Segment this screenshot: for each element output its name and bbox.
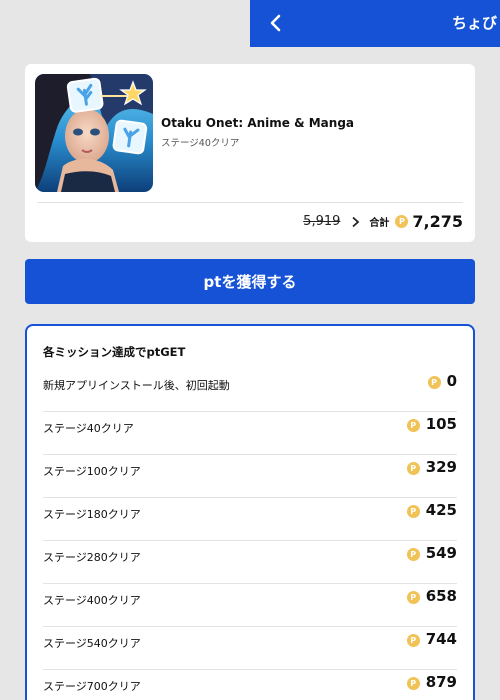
header-bar: ちょびリッチ: [250, 0, 500, 47]
mission-item: ステージ400クリア P 658: [43, 584, 457, 627]
old-price: 5,919: [303, 214, 341, 229]
mission-reward: P 744: [406, 630, 457, 648]
point-coin-icon: P: [406, 462, 420, 475]
mission-label: 新規アプリインストール後、初回起動: [43, 379, 230, 392]
mission-label: ステージ280クリア: [43, 551, 141, 564]
missions-title: 各ミッション達成でptGET: [43, 345, 186, 359]
mission-label: ステージ180クリア: [43, 508, 141, 521]
mission-reward: P 105: [406, 415, 457, 433]
offer-card[interactable]: Otaku Onet: Anime & Manga ステージ40クリア 5,91…: [25, 64, 475, 242]
mission-reward: P 329: [406, 458, 457, 476]
point-coin-icon: P: [406, 634, 420, 647]
mission-item: ステージ40クリア P 105: [43, 412, 457, 455]
mission-points: 744: [425, 630, 457, 648]
offer-condition: ステージ40クリア: [161, 138, 240, 149]
mission-reward: P 658: [406, 587, 457, 605]
mission-reward: P 425: [406, 501, 457, 519]
price-row: 5,919 合計 P 7,275: [303, 212, 463, 231]
chevron-left-icon[interactable]: [264, 11, 288, 35]
mission-item: ステージ100クリア P 329: [43, 455, 457, 498]
mission-item: ステージ700クリア P 879: [43, 670, 457, 700]
point-coin-icon: P: [406, 505, 420, 518]
point-coin-icon: P: [406, 419, 420, 432]
mission-item: ステージ180クリア P 425: [43, 498, 457, 541]
mission-points: 0: [446, 372, 457, 390]
mission-points: 549: [425, 544, 457, 562]
point-coin-icon: P: [406, 591, 420, 604]
missions-panel: 各ミッション達成でptGET 新規アプリインストール後、初回起動 P 0 ステー…: [25, 324, 475, 700]
page-title: ちょびリッチ: [452, 14, 500, 32]
chevron-right-icon[interactable]: [350, 216, 360, 228]
mission-points: 425: [425, 501, 457, 519]
mission-points: 658: [425, 587, 457, 605]
mission-points: 879: [425, 673, 457, 691]
mission-reward: P 879: [406, 673, 457, 691]
mission-label: ステージ40クリア: [43, 422, 134, 435]
point-coin-icon: P: [427, 376, 441, 389]
mission-item: ステージ280クリア P 549: [43, 541, 457, 584]
mission-label: ステージ540クリア: [43, 637, 141, 650]
app-icon: [35, 74, 153, 192]
mission-label: ステージ100クリア: [43, 465, 141, 478]
mission-label: ステージ400クリア: [43, 594, 141, 607]
mission-points: 105: [425, 415, 457, 433]
total-points: 7,275: [412, 212, 463, 231]
mission-label: ステージ700クリア: [43, 680, 141, 693]
mission-item: ステージ540クリア P 744: [43, 627, 457, 670]
mission-points: 329: [425, 458, 457, 476]
divider: [37, 202, 463, 203]
get-points-button[interactable]: ptを獲得する: [25, 259, 475, 304]
mission-item: 新規アプリインストール後、初回起動 P 0: [43, 369, 457, 412]
point-coin-icon: P: [406, 548, 420, 561]
point-coin-icon: P: [395, 215, 409, 228]
app-name: Otaku Onet: Anime & Manga: [161, 116, 355, 130]
mission-reward: P 0: [427, 372, 457, 390]
point-coin-icon: P: [406, 677, 420, 690]
total-label: 合計: [369, 218, 390, 229]
mission-reward: P 549: [406, 544, 457, 562]
